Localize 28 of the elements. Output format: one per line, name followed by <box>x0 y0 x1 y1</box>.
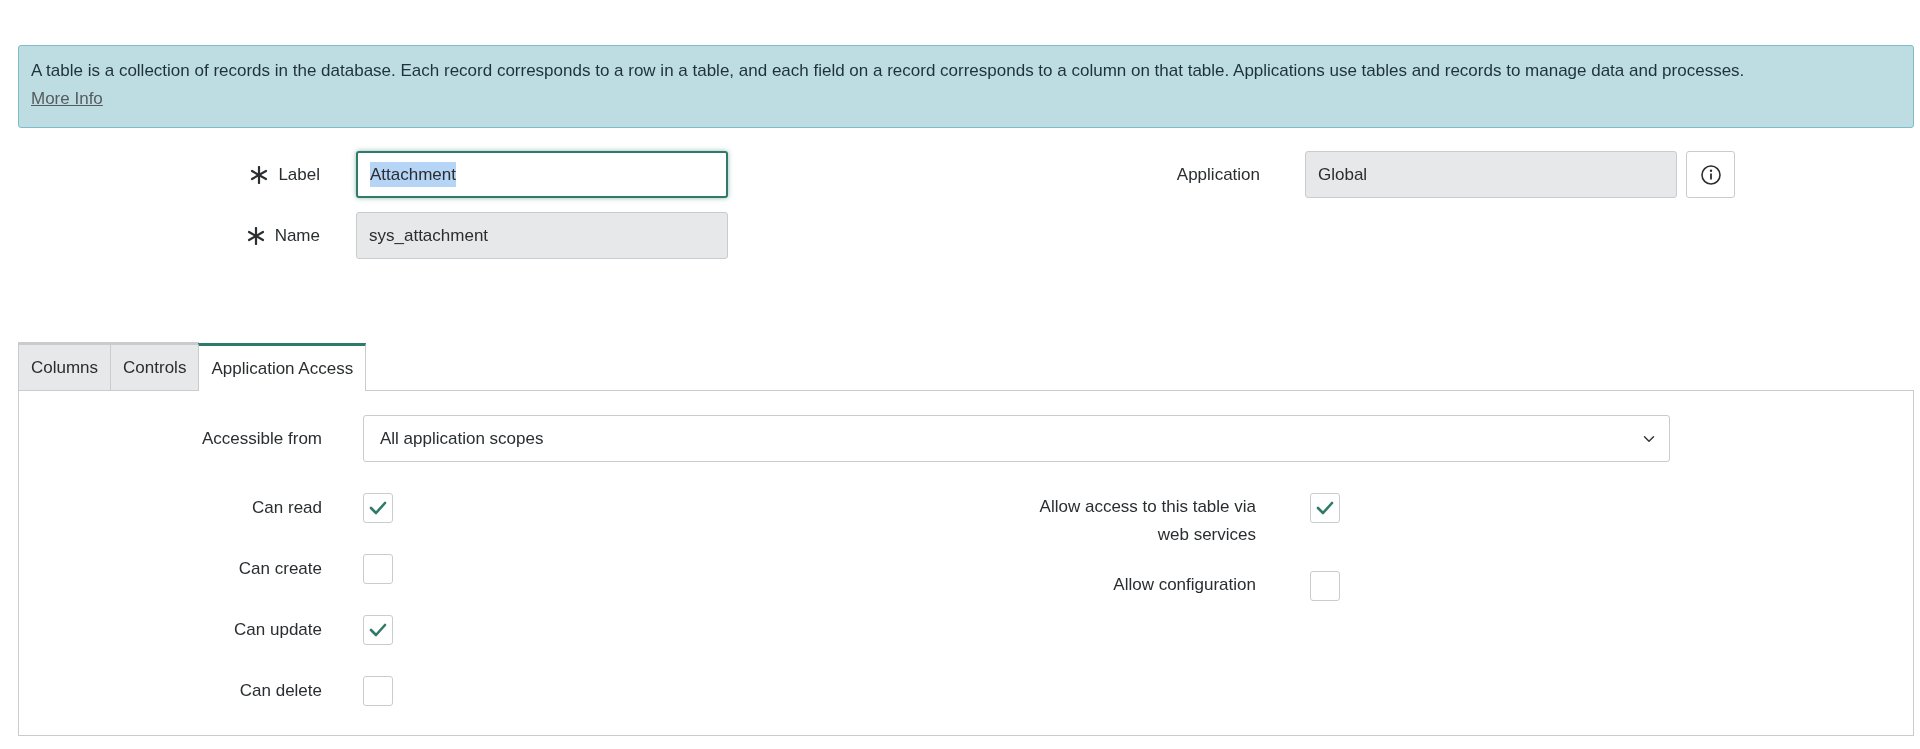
checkmark-icon <box>1316 501 1334 515</box>
tab[interactable]: Controls <box>110 342 200 390</box>
tab[interactable]: Columns <box>18 342 112 390</box>
checkbox[interactable] <box>363 493 393 523</box>
more-info-link[interactable]: More Info <box>31 89 103 108</box>
checkbox-label: Can create <box>237 558 322 580</box>
info-icon <box>1699 163 1722 186</box>
checkbox-label: Can delete <box>238 680 322 702</box>
checkbox[interactable] <box>1310 571 1340 601</box>
checkbox[interactable] <box>363 554 393 584</box>
checkmark-icon <box>369 501 387 515</box>
dropdown-field[interactable]: All application scopes <box>363 415 1670 462</box>
field-label: Accessible from <box>201 427 322 450</box>
checkbox[interactable] <box>363 615 393 645</box>
info-text: A table is a collection of records in the database. Each record corresponds to a row in a table, and each field on a record corresponds to a column on that table. Applications use tables and records to manage data and processes. <box>31 60 1746 82</box>
field-label: Name <box>274 224 320 247</box>
info-button[interactable] <box>1686 151 1735 198</box>
text-field[interactable]: Attachment <box>356 151 728 198</box>
field-label: Label <box>278 163 320 186</box>
checkbox-label: Allow configuration <box>1112 574 1256 596</box>
checkbox-label: Can update <box>233 619 322 641</box>
tab[interactable]: Application Access <box>198 343 367 391</box>
checkbox-label: Can read <box>251 497 322 519</box>
checkbox[interactable] <box>1310 493 1340 523</box>
checkbox[interactable] <box>363 676 393 706</box>
checkmark-icon <box>369 623 387 637</box>
field-label: Application <box>1176 163 1260 186</box>
checkbox-label: Allow access to this table via web services <box>1038 496 1256 546</box>
